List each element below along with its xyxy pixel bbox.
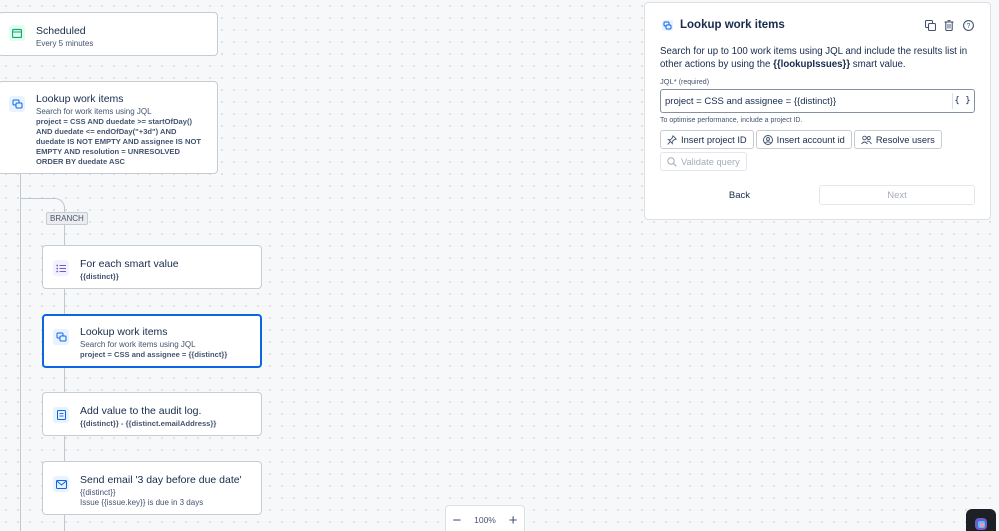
lookup-1-subtitle: Search for work items using JQL — [36, 107, 152, 116]
email-title: Send email '3 day before due date' — [80, 474, 242, 486]
audit-log-icon — [53, 407, 69, 423]
insert-buttons: Insert project ID Insert account id Reso… — [660, 130, 975, 149]
lookup-card-2[interactable]: Lookup work items Search for work items … — [42, 314, 262, 368]
validate-query-button[interactable]: Validate query — [660, 152, 747, 171]
lookup-2-title: Lookup work items — [80, 326, 168, 338]
trash-icon — [944, 19, 954, 31]
delete-button[interactable] — [942, 18, 956, 32]
config-panel: Lookup work items ? Search for up to 100… — [644, 2, 991, 220]
panel-title: Lookup work items — [680, 19, 785, 31]
back-button[interactable]: Back — [660, 190, 819, 201]
calendar-icon — [9, 25, 25, 41]
search-issues-icon — [660, 18, 674, 32]
jql-input[interactable] — [665, 95, 952, 107]
smart-value: {{lookupIssues}} — [773, 59, 851, 70]
audit-detail: {{distinct}} - {{distinct.emailAddress}} — [80, 419, 217, 428]
jql-label: JQL* (required) — [660, 77, 710, 86]
lookup-1-title: Lookup work items — [36, 93, 124, 105]
performance-hint: To optimise performance, include a proje… — [660, 117, 803, 124]
email-line-1: {{distinct}} — [80, 488, 116, 497]
help-button[interactable]: ? — [961, 18, 975, 32]
branch-label: BRANCH — [46, 212, 88, 225]
search-issues-icon — [9, 96, 25, 112]
help-icon: ? — [962, 19, 974, 31]
people-icon — [860, 135, 872, 144]
lookup-card-1[interactable]: Lookup work items Search for work items … — [0, 81, 218, 174]
panel-description: Search for up to 100 work items using JQ… — [660, 46, 968, 70]
zoom-level: 100% — [474, 515, 496, 525]
email-icon — [53, 476, 69, 492]
lookup-1-query: project = CSS AND duedate >= startOfDay(… — [36, 117, 201, 166]
validate-row: Validate query — [660, 152, 975, 171]
panel-footer: Back Next — [660, 185, 975, 205]
email-line-2: Issue {{issue.key}} is due in 3 days — [80, 498, 204, 507]
duplicate-button[interactable] — [923, 18, 937, 32]
lookup-2-subtitle: Search for work items using JQL — [80, 340, 196, 349]
jql-field: { } — [660, 89, 975, 113]
list-icon — [53, 260, 69, 276]
foreach-detail: {{distinct}} — [80, 272, 119, 281]
audit-log-card[interactable]: Add value to the audit log. {{distinct}}… — [42, 392, 262, 436]
svg-text:?: ? — [966, 23, 970, 30]
zoom-out-button[interactable]: − — [452, 513, 461, 528]
panel-header: Lookup work items ? — [660, 17, 975, 33]
lookup-2-query: project = CSS and assignee = {{distinct}… — [80, 350, 228, 359]
resolve-users-button[interactable]: Resolve users — [853, 130, 942, 149]
search-issues-icon — [53, 329, 69, 345]
account-icon — [762, 134, 773, 145]
zoom-controls: − 100% + — [445, 505, 525, 531]
next-button[interactable]: Next — [818, 185, 975, 205]
pin-icon — [667, 134, 677, 145]
foreach-card[interactable]: For each smart value {{distinct}} — [42, 245, 262, 289]
connector-line — [20, 174, 21, 531]
insert-account-id-button[interactable]: Insert account id — [755, 130, 852, 149]
automation-canvas[interactable]: Scheduled Every 5 minutes Lookup work it… — [0, 0, 640, 531]
trigger-title: Scheduled — [36, 25, 86, 37]
trigger-subtitle: Every 5 minutes — [36, 39, 94, 48]
insert-project-id-button[interactable]: Insert project ID — [660, 130, 754, 149]
trigger-card[interactable]: Scheduled Every 5 minutes — [0, 12, 218, 56]
foreach-title: For each smart value — [80, 258, 179, 270]
smart-value-toggle-button[interactable]: { } — [952, 93, 972, 109]
search-icon — [667, 156, 677, 167]
app-logo-icon[interactable] — [966, 509, 996, 531]
send-email-card[interactable]: Send email '3 day before due date' {{dis… — [42, 461, 262, 515]
audit-title: Add value to the audit log. — [80, 405, 202, 417]
zoom-in-button[interactable]: + — [509, 513, 518, 528]
duplicate-icon — [924, 19, 936, 31]
